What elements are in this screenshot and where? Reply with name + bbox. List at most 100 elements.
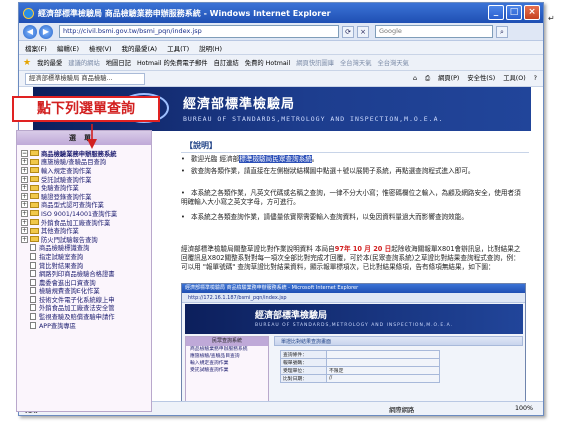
search-icon[interactable]: ⌕ [496,25,508,38]
menu-file[interactable]: 檔案(F) [25,43,47,53]
inner-title-bar: 經濟部標準檢驗局 商品檢驗業務申辦服務系統 - Microsoft Intern… [182,284,525,293]
menu-favorites[interactable]: 我的最愛(A) [122,43,158,53]
banner-subtitle: BUREAU OF STANDARDS,METROLOGY AND INSPEC… [183,115,444,123]
tree-item[interactable]: + 受託試驗查詢作業 [21,175,151,184]
collapse-icon[interactable]: − [21,149,28,157]
tree-item[interactable]: 監視查驗及賠償查驗申請作 [21,312,151,321]
notice-paragraph: 經濟部標準檢驗局關整草證比對作業說明資料 本局自97年 10 月 20 日起除收… [181,245,526,272]
document-icon [30,313,36,321]
safety-menu[interactable]: 安全性(S) [467,73,495,85]
tree-item[interactable]: + 輸入規定查詢作業 [21,166,151,175]
browser-tab[interactable]: 經濟部標準檢驗局 商品檢驗... [25,73,145,85]
close-button[interactable]: × [524,5,540,20]
tree-item[interactable]: + 外銷食品加工廠查詢作業 [21,218,151,227]
expand-icon[interactable]: + [21,235,28,243]
inner-left-item: 輸入規定查詢作業 [190,361,229,366]
menu-view[interactable]: 檢視(V) [89,43,112,53]
tree-item[interactable]: + ISO 9001/14001查詢作業 [21,209,151,218]
favorites-item[interactable]: 網頁快訊圖庫 [296,58,334,67]
window-title: 經濟部標準檢驗局 商品檢驗業務申辦服務系統 - Windows Internet… [38,8,331,18]
address-bar: ◀ ▶ http://civil.bsmi.gov.tw/bsmi_pqn/in… [19,23,543,41]
system-name-link[interactable]: 標準檢驗局民眾查詢系統 [239,155,312,163]
inner-banner-title: 經濟部標準檢驗局 [255,311,328,321]
tree-item[interactable]: + 其他查詢作業 [21,226,151,235]
minimize-button[interactable]: _ [488,5,504,20]
inner-left-header: 民眾查詢系統 [186,337,268,346]
inner-left-item: 商品檢驗業務申辦服務系統 [190,347,248,352]
expand-icon[interactable]: + [21,166,28,174]
expand-icon[interactable]: + [21,158,28,166]
tree-item[interactable]: + 應施檢驗/查驗品目查詢 [21,158,151,166]
effective-date: 97年 10 月 20 日 [334,245,392,253]
back-button[interactable]: ◀ [23,24,37,39]
expand-icon[interactable]: + [21,184,28,192]
expand-icon[interactable]: + [21,218,28,226]
table-value: // [326,374,440,383]
favorites-bar: ★ 我的最愛 建議的網站 地圖日記 Hotmail 的免費電子郵件 自訂連結 免… [19,55,543,71]
favorites-label[interactable]: 我的最愛 [37,58,62,67]
expand-icon[interactable]: + [21,227,28,235]
tree-item[interactable]: 農委會進出口資查詢 [21,278,151,287]
tree-item[interactable]: + 驗證登錄查詢作業 [21,192,151,201]
window-controls: _ □ × [488,5,540,20]
stop-icon[interactable]: × [357,25,369,38]
tree-item[interactable]: 賞比對結果查詢 [21,261,151,270]
inner-url: http://172.16.1.187/bsmi_pqn/index.jsp [182,293,525,303]
tree-root[interactable]: − 商品檢驗業務申辦服務系統 [21,149,151,158]
tree-item[interactable]: APP查詢專區 [21,321,151,330]
favorites-star-icon[interactable]: ★ [23,58,31,68]
tools-menu[interactable]: 工具(O) [503,73,525,85]
inner-query-form: 單證比對結果查詢畫面 查詢條件： 報單號碼： 受理單位： 不限定 比對日期：// [274,336,523,401]
bullet-dot: • [181,213,185,221]
refresh-icon[interactable]: ⟳ [342,25,354,38]
folder-icon [30,193,39,200]
tree-item[interactable]: + 商品型式認可查詢作業 [21,201,151,209]
tree-item[interactable]: 指定試驗室查詢 [21,252,151,261]
favorites-item[interactable]: 全台灣天氣 [377,58,408,67]
callout-box: 點下列選單查詢 [12,96,160,122]
favorites-item[interactable]: Hotmail 的免費電子郵件 [137,58,208,67]
favorites-item[interactable]: 免費的 Hotmail [245,58,290,67]
notice-bullet: • 本系統之各類作業，凡英文代碼或名稱之查詢，一律不分大小寫；惟密碼欄位之輸入，為… [181,189,526,207]
expand-icon[interactable]: + [21,209,28,217]
notice-bullet: • 歡迎光臨 經濟部標準檢驗局民眾查詢系統。 [181,155,526,164]
document-icon [30,295,36,303]
expand-icon[interactable]: + [21,192,28,200]
document-icon [30,278,36,286]
notice-bullet: • 本系統之各類查詢作業，請儘量依實際需要輸入查詢資料，以免因資料量過大而影響查詢… [181,213,526,222]
notice-bullet: • 欲查詢各類作業，請直接在左側樹狀結構圖中點選＋號以展開子系統，再點選查詢程式進… [181,167,526,176]
home-icon[interactable]: ⌂ [413,73,417,85]
favorites-item[interactable]: 地圖日記 [106,58,131,67]
help-icon[interactable]: ? [534,73,537,85]
favorites-item[interactable]: 建議的網站 [68,58,99,67]
tree-item[interactable]: 網路列印商品檢驗合格證書 [21,269,151,278]
tree-item[interactable]: + 免驗查詢作業 [21,183,151,192]
title-bar: 經濟部標準檢驗局 商品檢驗業務申辦服務系統 - Windows Internet… [19,3,543,23]
tree-item[interactable]: 商品檢驗標識查詢 [21,244,151,252]
inner-right-header: 單證比對結果查詢畫面 [274,336,523,346]
favorites-item[interactable]: 自訂連結 [214,58,239,67]
bullet-text: 歡迎光臨 經濟部 [191,155,240,163]
menu-edit[interactable]: 編輯(E) [57,43,79,53]
maximize-button[interactable]: □ [506,5,522,20]
url-input[interactable]: http://civil.bsmi.gov.tw/bsmi_pqn/index.… [59,25,339,38]
embedded-screenshot: 經濟部標準檢驗局 商品檢驗業務申辦服務系統 - Microsoft Intern… [181,283,526,401]
menu-help[interactable]: 說明(H) [199,43,222,53]
tree-item[interactable]: + 防火門試驗報告查詢 [21,235,151,244]
favorites-item[interactable]: 全台灣天氣 [340,58,371,67]
bullet-dot: • [181,167,185,175]
expand-icon[interactable]: + [21,201,28,209]
bullet-dot: • [181,189,185,197]
print-icon[interactable]: ⎙ [425,73,430,85]
folder-icon [30,158,39,165]
inner-query-table: 查詢條件： 報單號碼： 受理單位： 不限定 比對日期：// [280,350,440,383]
tree-item[interactable]: 技術文件電子化系統線上申 [21,295,151,304]
zoom-level[interactable]: 100% [515,405,533,412]
page-menu[interactable]: 網頁(P) [438,73,459,85]
tree-item[interactable]: 檢驗規費查詢E化作業 [21,287,151,295]
search-input[interactable]: Google [375,25,493,38]
menu-tools[interactable]: 工具(T) [167,43,189,53]
expand-icon[interactable]: + [21,175,28,183]
forward-button[interactable]: ▶ [39,24,53,39]
tree-item[interactable]: 外銷食品加工廠查法安全管 [21,304,151,312]
